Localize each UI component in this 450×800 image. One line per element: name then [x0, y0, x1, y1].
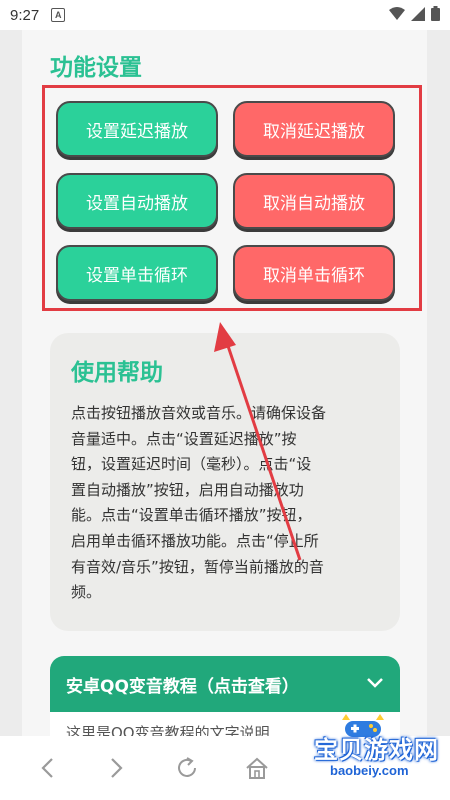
help-body: 点击按钮播放音效或音乐。请确保设备 音量适中。点击“设置延迟播放”按 钮，设置延… [71, 401, 380, 606]
help-line: 置自动播放”按钮，启用自动播放功 [71, 480, 304, 499]
help-line: 启用单击循环播放功能。点击“停止所 [71, 531, 319, 550]
app-page: 功能设置 设置延迟播放 取消延迟播放 设置自动播放 取消自动播放 设置单击循环 … [22, 30, 427, 736]
watermark-logo: 宝贝游戏网 baobeiy.com [296, 712, 446, 782]
help-line: 频。 [71, 583, 102, 602]
set-loop-button[interactable]: 设置单击循环 [56, 245, 218, 301]
help-line: 钮，设置延迟时间（毫秒）。点击“设 [71, 455, 312, 474]
tutorial-header[interactable]: 安卓QQ变音教程（点击查看） [50, 656, 400, 712]
help-line: 音量适中。点击“设置延迟播放”按 [71, 429, 297, 448]
status-bar: 9:27 A [0, 0, 450, 30]
status-time: 9:27 [10, 6, 40, 24]
home-icon[interactable] [238, 749, 276, 787]
cancel-autoplay-button[interactable]: 取消自动播放 [233, 173, 395, 229]
cancel-loop-button[interactable]: 取消单击循环 [233, 245, 395, 301]
help-line: 有音效/音乐”按钮，暂停当前播放的音 [71, 557, 324, 576]
tutorial-title: 安卓QQ变音教程（点击查看） [66, 676, 299, 697]
button-grid-highlight: 设置延迟播放 取消延迟播放 设置自动播放 取消自动播放 设置单击循环 取消单击循… [42, 85, 422, 311]
back-icon[interactable] [28, 749, 66, 787]
notification-a-icon: A [51, 8, 66, 22]
help-title: 使用帮助 [71, 360, 163, 386]
refresh-icon[interactable] [168, 749, 206, 787]
signal-icon [411, 6, 425, 25]
section-title: 功能设置 [50, 55, 142, 81]
status-icons [389, 5, 440, 25]
forward-icon[interactable] [98, 749, 136, 787]
help-line: 能。点击“设置单击循环播放”按钮， [71, 506, 312, 525]
watermark-text: 宝贝游戏网 [314, 736, 439, 764]
chevron-down-icon[interactable] [366, 674, 384, 694]
help-line: 点击按钮播放音效或音乐。请确保设备 [71, 404, 327, 422]
help-card: 使用帮助 点击按钮播放音效或音乐。请确保设备 音量适中。点击“设置延迟播放”按 … [50, 333, 400, 631]
battery-icon [431, 5, 440, 25]
set-autoplay-button[interactable]: 设置自动播放 [56, 173, 218, 229]
wifi-icon [389, 6, 405, 25]
cancel-delay-button[interactable]: 取消延迟播放 [233, 101, 395, 157]
watermark-url: baobeiy.com [330, 763, 409, 778]
set-delay-button[interactable]: 设置延迟播放 [56, 101, 218, 157]
